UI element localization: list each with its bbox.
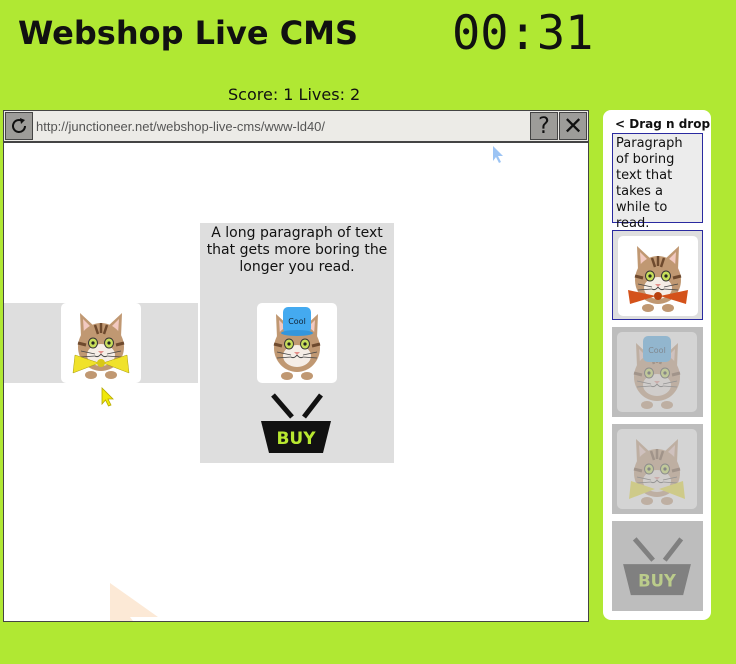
buy-label: BUY [276, 429, 316, 449]
ghost-cursor-icon [110, 583, 158, 621]
cat-cool-hat-image: Cool [272, 307, 322, 382]
yellow-cursor-icon [101, 387, 114, 407]
blue-cursor-icon [493, 146, 503, 163]
draggable-cat-orange-bow[interactable] [612, 230, 703, 320]
content-block[interactable]: A long paragraph of text that gets more … [200, 223, 394, 463]
cat-cool-hat-faded-card: Cool [617, 332, 697, 412]
reload-icon [12, 118, 26, 133]
close-button[interactable]: ✕ [559, 112, 587, 140]
product-row-left[interactable] [4, 303, 198, 383]
faded-buy-label: BUY [638, 571, 677, 590]
drag-drop-panel: < Drag n drop Paragraph of boring text t… [603, 110, 711, 620]
product-cat-cool-hat[interactable]: Cool [257, 303, 337, 383]
faded-hat-label: Cool [648, 346, 666, 355]
game-title: Webshop Live CMS [18, 14, 359, 52]
countdown-timer: 00:31 [452, 6, 594, 61]
cat-orange-bow-card [618, 236, 698, 316]
hat-label: Cool [288, 317, 306, 326]
draggable-text-item[interactable]: Paragraph of boring text that takes a wh… [612, 133, 703, 231]
draggable-buy-button-disabled: BUY [612, 521, 703, 611]
browser-toolbar: http://junctioneer.net/webshop-live-cms/… [4, 111, 588, 143]
boring-paragraph: A long paragraph of text that gets more … [206, 225, 388, 275]
address-bar-url[interactable]: http://junctioneer.net/webshop-live-cms/… [36, 119, 325, 134]
product-cat-yellow-bow[interactable] [61, 303, 141, 383]
draggable-cat-yellow-bow-disabled [612, 424, 703, 514]
browser-window: http://junctioneer.net/webshop-live-cms/… [3, 110, 589, 622]
score-lives-display: Score: 1 Lives: 2 [228, 85, 361, 104]
cat-cool-hat-faded-image: Cool [632, 336, 682, 411]
cat-yellow-bow-faded-image [629, 437, 685, 507]
draggable-cat-cool-hat-disabled: Cool [612, 327, 703, 417]
cat-yellow-bow-image [72, 311, 130, 381]
reload-button[interactable] [5, 112, 33, 140]
cat-orange-bow-image [628, 244, 688, 314]
drag-drop-title: < Drag n drop [615, 117, 711, 131]
buy-basket-faded-icon: BUY [623, 537, 691, 596]
help-button[interactable]: ? [530, 112, 558, 140]
buy-basket-button[interactable]: BUY [260, 391, 332, 455]
cat-yellow-bow-faded-card [617, 429, 697, 509]
